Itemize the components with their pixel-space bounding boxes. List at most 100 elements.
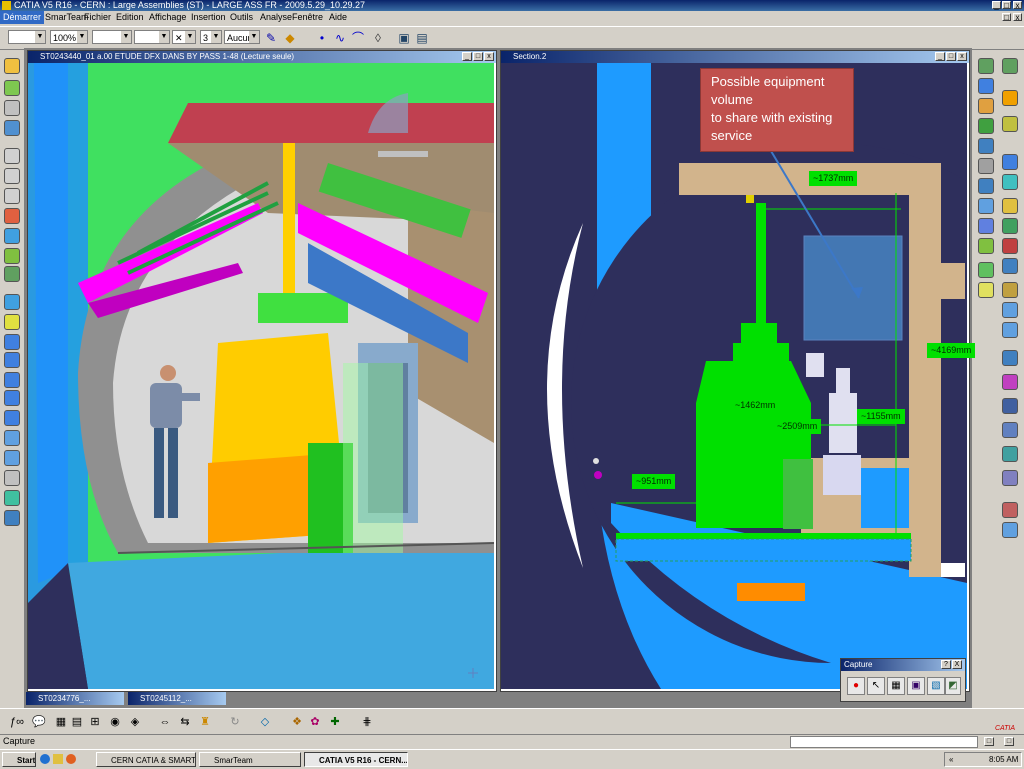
paste-icon[interactable]: [4, 188, 20, 204]
menu-aide[interactable]: Aide: [326, 11, 350, 24]
assembly-icon[interactable]: [978, 58, 994, 74]
coincidence-icon[interactable]: [1002, 174, 1018, 190]
new-part-icon[interactable]: [978, 98, 994, 114]
menu-edition[interactable]: Edition: [113, 11, 147, 24]
arc-icon[interactable]: ⌒: [350, 30, 366, 46]
swap-visible-icon[interactable]: [4, 490, 20, 506]
reuse-pattern-icon[interactable]: [978, 262, 994, 278]
angle-icon[interactable]: [978, 218, 994, 234]
design-table-icon[interactable]: ⇔: [156, 714, 174, 730]
reconcile-icon[interactable]: ↻: [226, 714, 244, 730]
command-input[interactable]: [790, 736, 978, 748]
hierarchy-icon[interactable]: ⊞: [86, 714, 104, 730]
undo-icon[interactable]: [4, 80, 20, 96]
filter-icon[interactable]: ▤: [68, 714, 86, 730]
section-viewport[interactable]: [501, 63, 967, 689]
reorder-icon[interactable]: [1002, 116, 1018, 132]
doc-close-button[interactable]: x: [1013, 13, 1022, 22]
copy-icon[interactable]: [4, 168, 20, 184]
window-section-maximize-button[interactable]: □: [946, 52, 956, 61]
maximize-button[interactable]: □: [1002, 1, 1011, 10]
sectioning-icon[interactable]: [978, 282, 994, 298]
capture-toolbar[interactable]: Capture ? X ● ↖ ▦ ▣ ▧ ◩: [840, 658, 966, 702]
menu-affichage[interactable]: Affichage: [146, 11, 189, 24]
measure-item-icon[interactable]: [1002, 322, 1018, 338]
normal-view-icon[interactable]: [4, 410, 20, 426]
formula-icon[interactable]: ƒ∞: [8, 714, 26, 730]
cut-icon[interactable]: [4, 148, 20, 164]
measure-between-icon[interactable]: [1002, 302, 1018, 318]
open-folder-icon[interactable]: [4, 58, 20, 74]
bill-of-material-icon[interactable]: [1002, 258, 1018, 274]
ie-icon[interactable]: [40, 754, 50, 764]
product-icon[interactable]: [1002, 58, 1018, 74]
fix-together-icon[interactable]: [978, 238, 994, 254]
menu-insertion[interactable]: Insertion: [188, 11, 229, 24]
layer-combo[interactable]: Aucun ▼: [224, 30, 260, 44]
taskbar-item-smarteam[interactable]: SmarTeam: [199, 752, 301, 767]
law-icon[interactable]: ⇆: [176, 714, 194, 730]
product-management-icon[interactable]: [1002, 470, 1018, 486]
window-3d-maximize-button[interactable]: □: [473, 52, 483, 61]
catalog-browser-icon[interactable]: ◉: [106, 714, 124, 730]
grid-icon[interactable]: ⋕: [358, 714, 376, 730]
menu-fenetre[interactable]: Fenêtre: [289, 11, 326, 24]
publish-icon[interactable]: [1002, 422, 1018, 438]
window-section-view[interactable]: Section.2 _ □ x Possible equipment volum…: [500, 50, 976, 692]
cursor-icon[interactable]: [1002, 90, 1018, 106]
zoom-out-icon[interactable]: [4, 390, 20, 406]
image-album-icon[interactable]: ▧: [927, 677, 945, 695]
scene-icon[interactable]: [1002, 398, 1018, 414]
fly-mode-icon[interactable]: [4, 294, 20, 310]
shading-icon[interactable]: [4, 450, 20, 466]
start-button[interactable]: Start: [2, 752, 36, 767]
annotation-icon[interactable]: [1002, 350, 1018, 366]
update-icon[interactable]: [4, 228, 20, 244]
select-icon[interactable]: [4, 100, 20, 116]
update-all-icon[interactable]: [1002, 238, 1018, 254]
snapshot-icon[interactable]: [4, 208, 20, 224]
clash-icon[interactable]: [978, 178, 994, 194]
close-button[interactable]: x: [1013, 1, 1022, 10]
window-3d-close-button[interactable]: x: [484, 52, 494, 61]
pan-icon[interactable]: [4, 334, 20, 350]
measure-icon[interactable]: [1002, 282, 1018, 298]
zoom-in-icon[interactable]: [4, 372, 20, 388]
folder-icon[interactable]: [53, 754, 63, 764]
taskbar-item-catia-v5[interactable]: CATIA V5 R16 - CERN...: [304, 752, 408, 767]
spline-icon[interactable]: ∿: [332, 30, 348, 46]
painter-icon[interactable]: ✎: [263, 30, 279, 46]
point-style-combo[interactable]: ✕ ▼: [172, 30, 196, 44]
record-icon[interactable]: ●: [847, 677, 865, 695]
options-icon[interactable]: ▦: [887, 677, 905, 695]
status-close-button[interactable]: □: [1004, 737, 1014, 746]
capture-help-button[interactable]: ?: [941, 660, 951, 669]
rendering-icon[interactable]: ✚: [326, 714, 344, 730]
status-restore-button[interactable]: □: [984, 737, 994, 746]
apply-material-icon[interactable]: ✿: [306, 714, 324, 730]
part-icon[interactable]: ▣: [396, 30, 412, 46]
comment-icon[interactable]: 💬: [30, 714, 48, 730]
lineweight-combo[interactable]: ▼: [134, 30, 170, 44]
product-icon[interactable]: ▤: [414, 30, 430, 46]
window-3d-minimize-button[interactable]: _: [462, 52, 472, 61]
minimize-button[interactable]: _: [992, 1, 1001, 10]
snap-icon[interactable]: [978, 158, 994, 174]
render-icon[interactable]: [4, 510, 20, 526]
layer-number-combo[interactable]: 3 ▼: [200, 30, 222, 44]
fit-all-in-icon[interactable]: [4, 314, 20, 330]
point-icon[interactable]: •: [314, 30, 330, 46]
catalog-icon[interactable]: [1002, 446, 1018, 462]
tunnel-3d-viewport[interactable]: [28, 63, 494, 689]
eraser-icon[interactable]: ◊: [370, 30, 386, 46]
tree-icon[interactable]: [4, 266, 20, 282]
view-icon[interactable]: ◇: [256, 714, 274, 730]
window-section-minimize-button[interactable]: _: [935, 52, 945, 61]
replace-component-icon[interactable]: [978, 118, 994, 134]
taskbar-item-cern-catia[interactable]: CERN CATIA & SMARTE...: [96, 752, 196, 767]
minimized-window-1[interactable]: ST0234776_...: [26, 692, 124, 705]
rotate-icon[interactable]: [4, 352, 20, 368]
zoom-combo[interactable]: 100% ▼: [50, 30, 88, 44]
menu-fichier[interactable]: Fichier: [81, 11, 114, 24]
doc-restore-button[interactable]: □: [1002, 13, 1011, 22]
